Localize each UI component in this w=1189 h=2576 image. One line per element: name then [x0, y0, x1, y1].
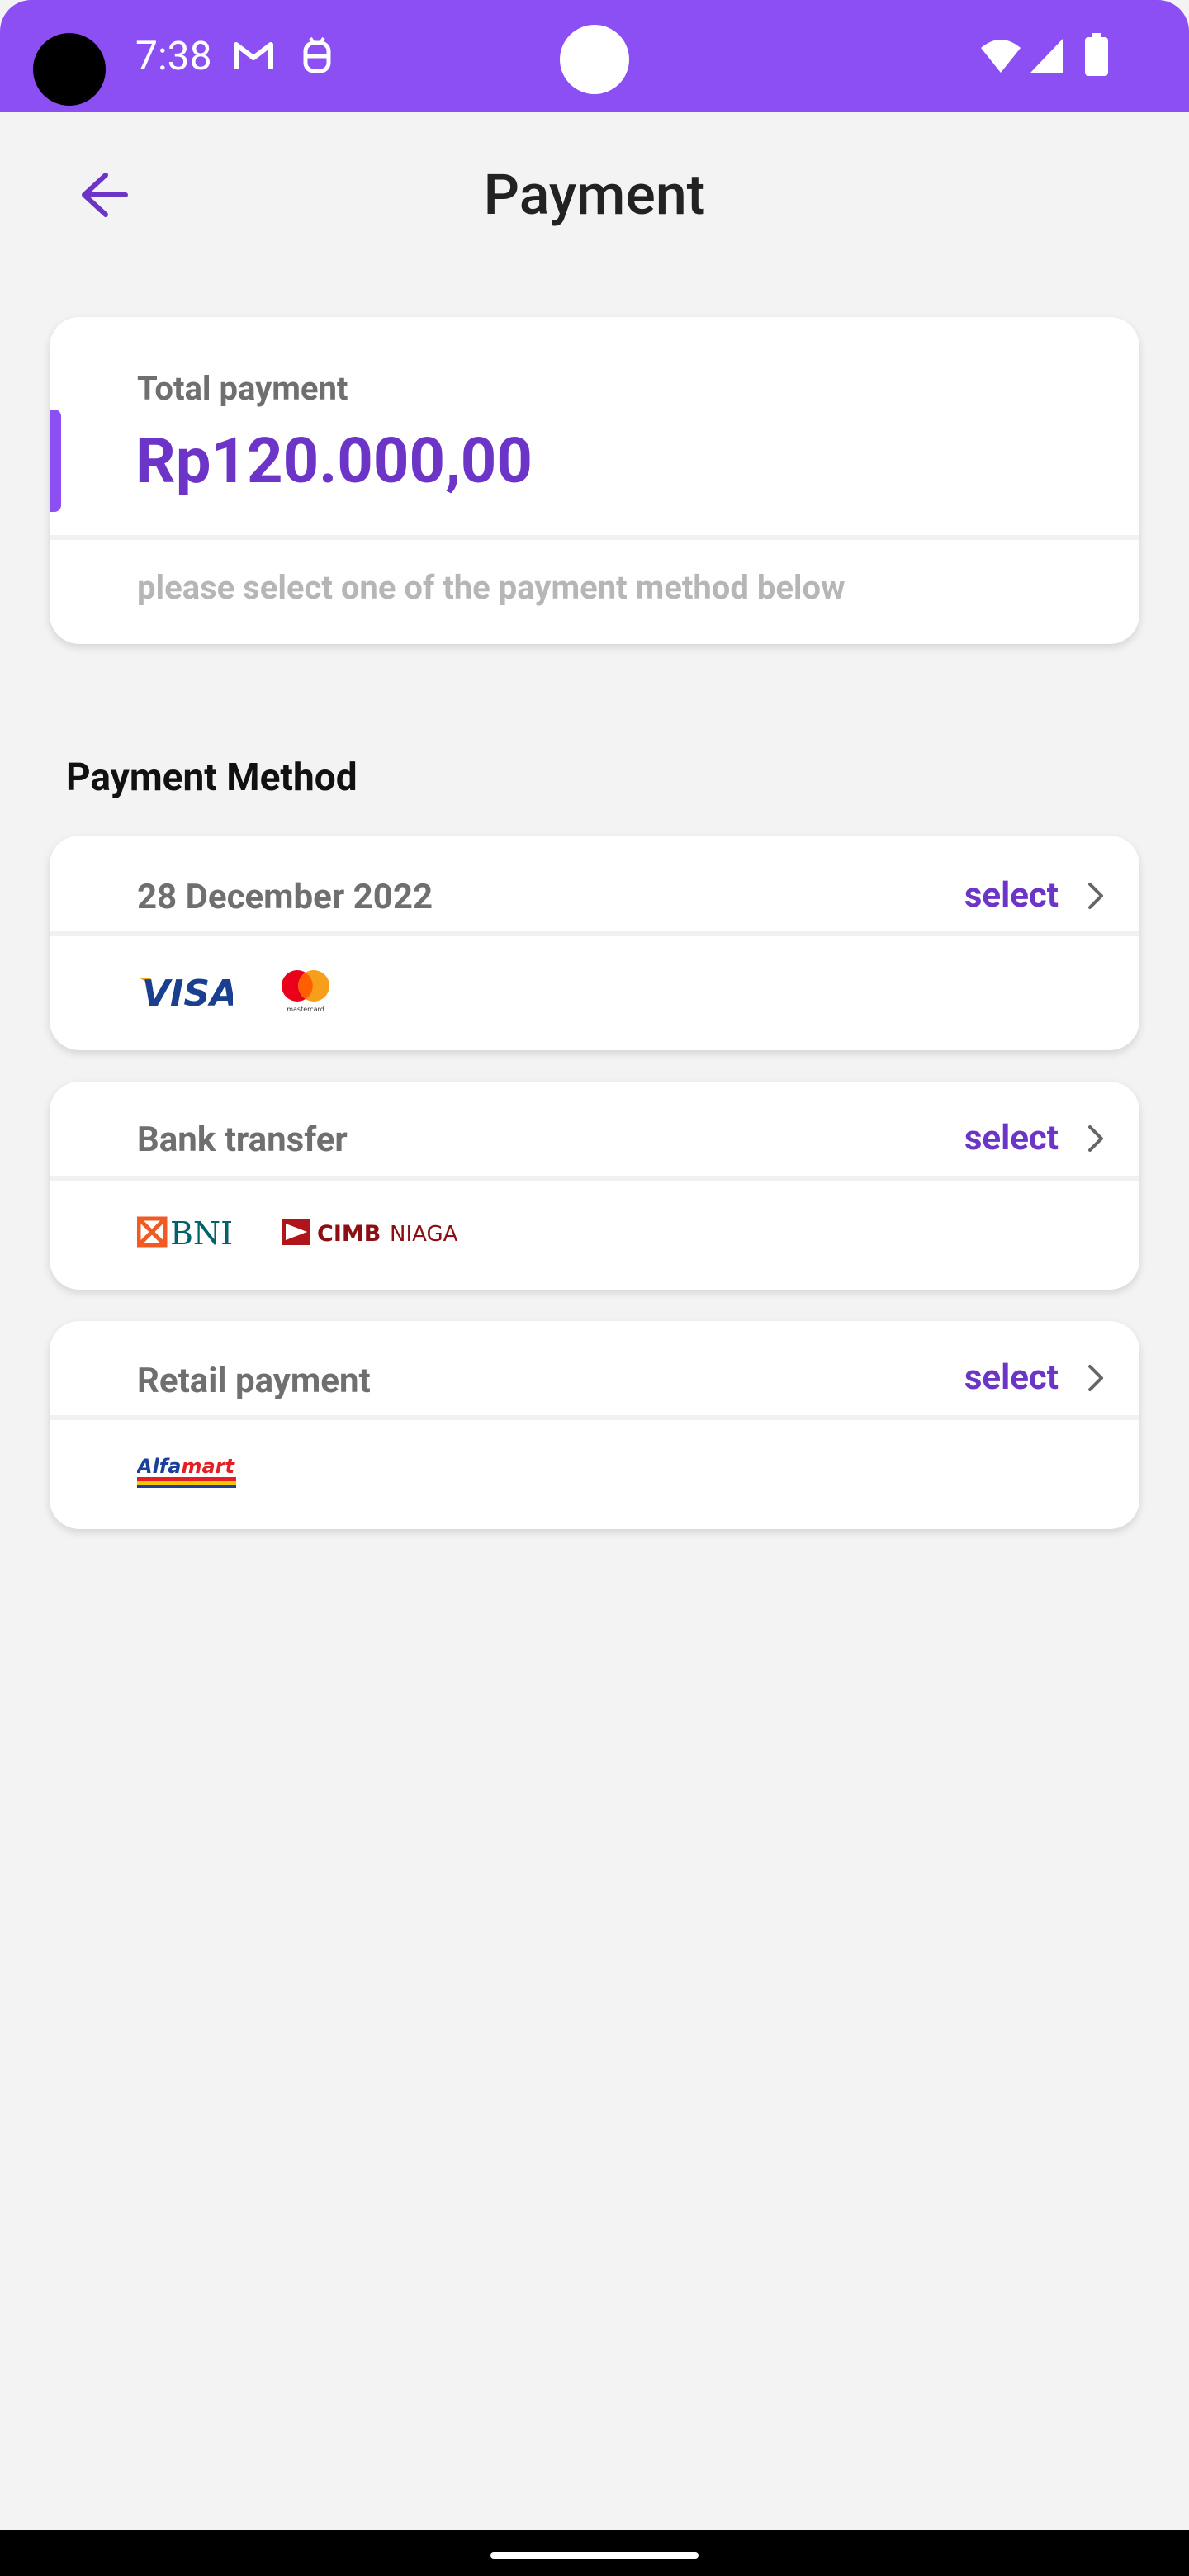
status-bar: 7:38 — [0, 0, 1189, 112]
payment-method-card[interactable]: Retail payment select Alfamart — [50, 1321, 1139, 1529]
payment-method-heading: Payment Method — [66, 755, 358, 800]
payment-method-title: 28 December 2022 — [137, 877, 433, 917]
divider — [50, 535, 1139, 540]
select-button[interactable]: select — [964, 1115, 1105, 1163]
total-payment-label: Total payment — [137, 369, 348, 408]
total-payment-card: Total payment Rp120.000,00 please select… — [50, 317, 1139, 644]
signal-icon — [1030, 38, 1063, 73]
payment-method-title: Retail payment — [137, 1361, 371, 1401]
svg-text:VISA: VISA — [142, 973, 233, 1009]
divider — [50, 1176, 1139, 1181]
mastercard-logo: mastercard — [282, 970, 329, 1013]
camera-cutout — [33, 33, 106, 106]
select-label: select — [964, 875, 1059, 916]
visa-logo: VISA — [139, 973, 233, 1009]
payment-instruction-text: please select one of the payment method … — [137, 568, 846, 607]
select-label: select — [964, 1118, 1059, 1158]
android-debug-icon — [303, 36, 331, 73]
battery-icon — [1085, 33, 1108, 76]
divider — [50, 1415, 1139, 1420]
select-button[interactable]: select — [964, 1354, 1105, 1402]
status-time: 7:38 — [135, 32, 212, 79]
chevron-right-icon — [1088, 1125, 1103, 1152]
retail-logos: Alfamart — [137, 1453, 239, 1489]
svg-text:NIAGA: NIAGA — [390, 1222, 458, 1247]
svg-text:Alfamart: Alfamart — [137, 1455, 235, 1478]
total-payment-amount: Rp120.000,00 — [135, 424, 533, 498]
mastercard-caption: mastercard — [287, 1006, 324, 1013]
payment-method-title: Bank transfer — [137, 1120, 348, 1160]
bank-logos: BNI CIMB NIAGA — [137, 1214, 472, 1250]
bni-logo: BNI — [137, 1215, 233, 1250]
svg-text:BNI: BNI — [170, 1215, 233, 1250]
card-logos: VISA mastercard — [137, 968, 332, 1014]
home-indicator[interactable] — [490, 2552, 699, 2559]
alfamart-logo: Alfamart — [137, 1455, 236, 1488]
gmail-icon — [234, 42, 273, 69]
cimb-niaga-logo: CIMB NIAGA — [282, 1219, 458, 1247]
accent-bar — [50, 410, 61, 512]
select-button[interactable]: select — [964, 872, 1105, 920]
payment-method-card[interactable]: 28 December 2022 select VISA mastercard — [50, 836, 1139, 1050]
svg-text:CIMB: CIMB — [317, 1221, 381, 1247]
front-sensor — [560, 25, 629, 94]
chevron-right-icon — [1088, 1365, 1103, 1391]
divider — [50, 931, 1139, 936]
chevron-right-icon — [1088, 883, 1103, 909]
wifi-icon — [981, 40, 1021, 73]
select-label: select — [964, 1357, 1059, 1398]
payment-method-card[interactable]: Bank transfer select BNI CIMB NIAGA — [50, 1082, 1139, 1290]
page-title: Payment — [483, 162, 706, 228]
